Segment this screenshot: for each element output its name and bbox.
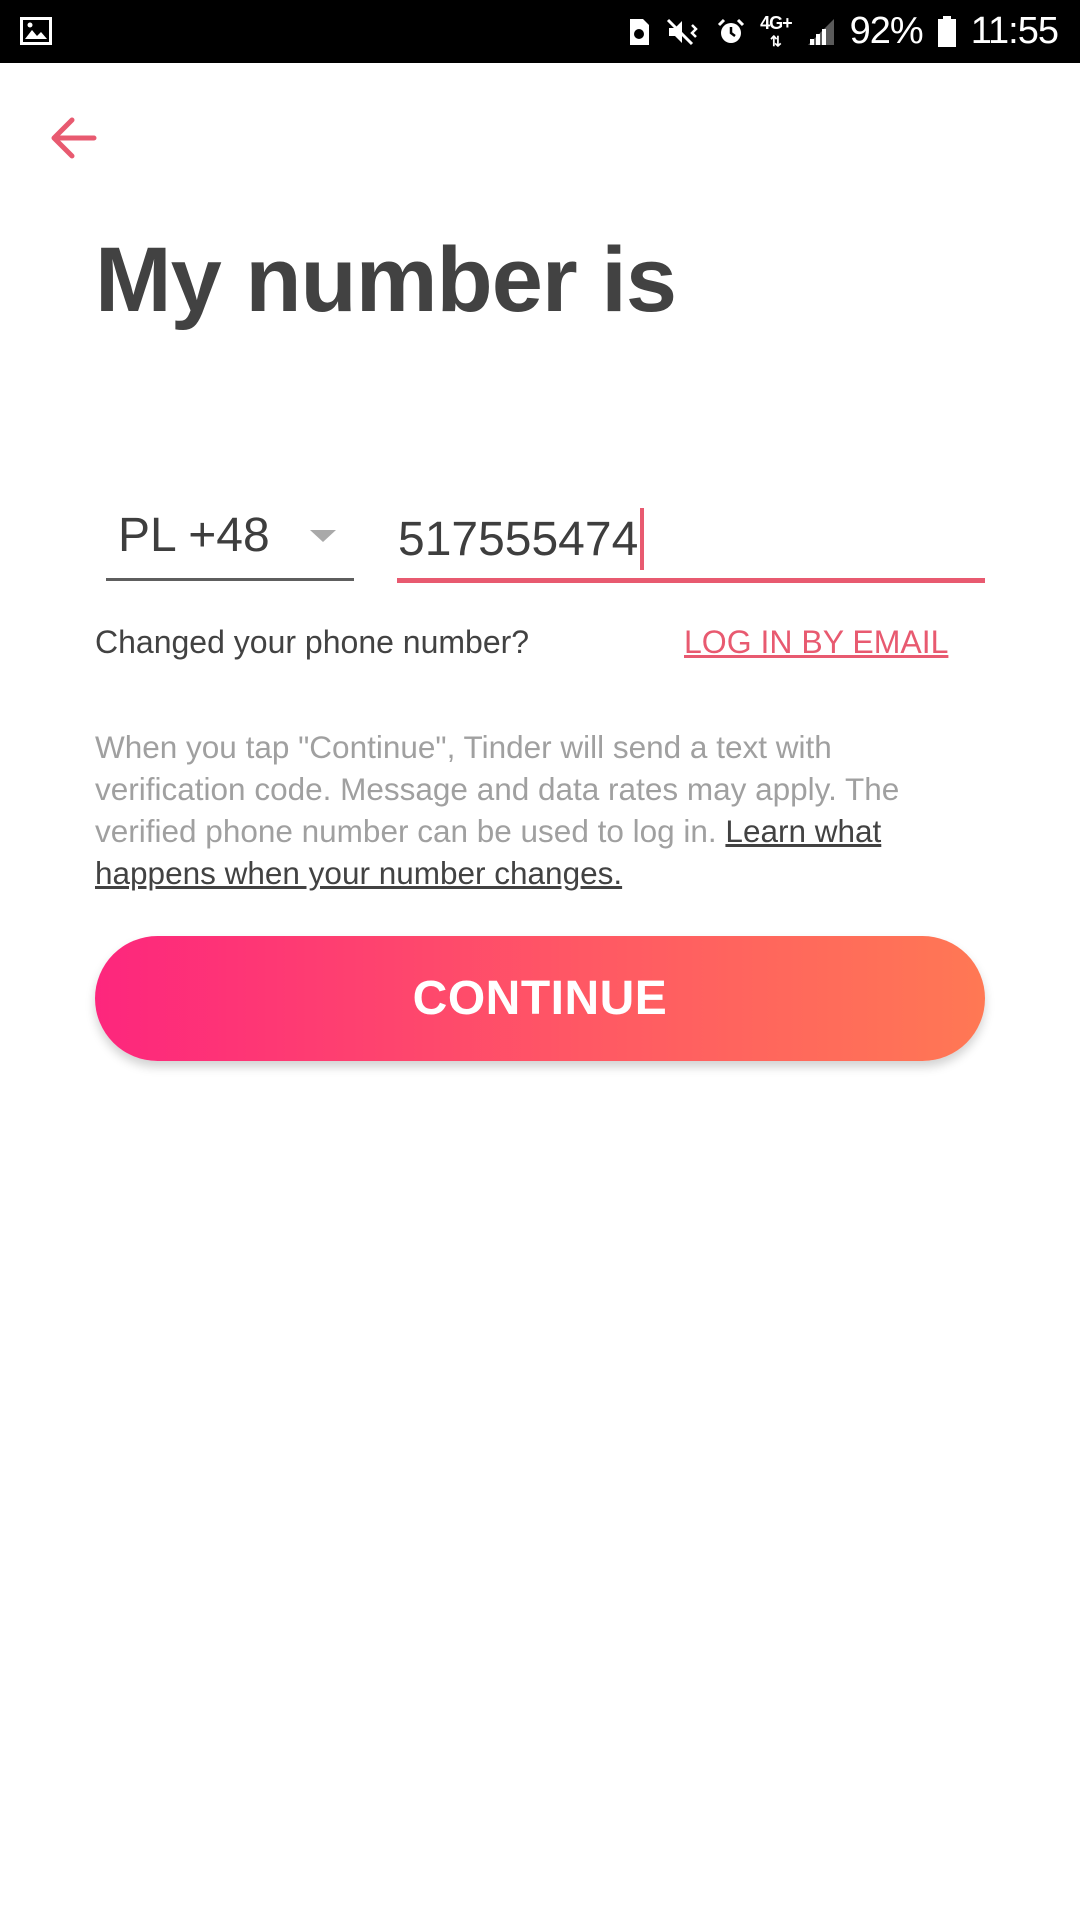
phone-number-input[interactable]: 517555474 [397, 500, 985, 583]
country-code-dropdown[interactable]: PL +48 [106, 500, 354, 581]
gallery-icon [20, 17, 52, 45]
alarm-icon [718, 18, 745, 43]
sim-icon [630, 18, 650, 45]
phone-number-value: 517555474 [398, 512, 639, 566]
chevron-down-icon [310, 530, 336, 542]
text-cursor [640, 508, 645, 570]
page-title: My number is [95, 229, 677, 331]
status-icons: 4G+ ⇅ 92% 11:55 [626, 0, 1059, 63]
changed-number-prompt: Changed your phone number? [95, 624, 530, 660]
clock: 11:55 [970, 10, 1059, 52]
battery-icon [937, 15, 956, 47]
disclaimer-text: When you tap "Continue", Tinder will sen… [95, 726, 975, 894]
back-arrow-icon[interactable] [46, 110, 102, 166]
mute-vibrate-icon [667, 18, 698, 45]
continue-button[interactable]: CONTINUE [95, 936, 985, 1061]
network-4g-icon: 4G+ ⇅ [760, 12, 793, 49]
log-in-by-email-link[interactable]: LOG IN BY EMAIL [684, 624, 948, 661]
battery-percent: 92% [849, 10, 924, 52]
phone-number-wrapper: 517555474 [398, 508, 645, 570]
status-bar: 4G+ ⇅ 92% 11:55 [0, 0, 1080, 63]
signal-icon [807, 18, 834, 45]
country-code-value: PL +48 [118, 509, 270, 562]
